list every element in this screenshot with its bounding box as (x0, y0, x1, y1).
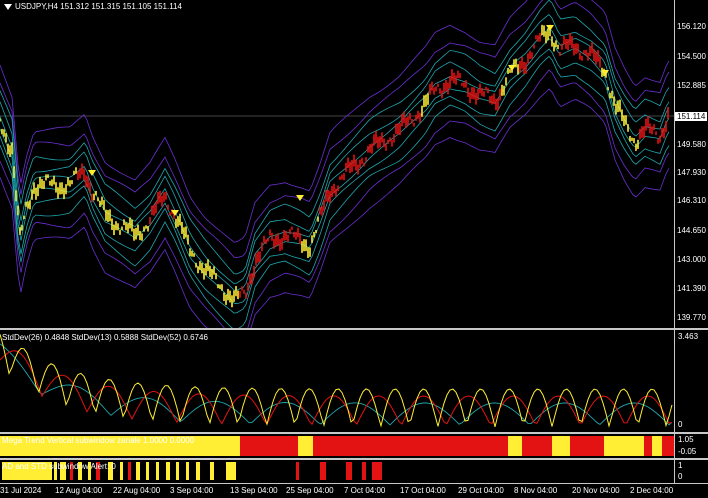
mega-trend-header: Mega Trend Vertical subwindow zanale 1.0… (2, 436, 195, 445)
envelope-band-line (0, 13, 670, 285)
trend-bar (552, 436, 570, 456)
trend-bar (652, 436, 662, 456)
trend-bar (522, 436, 552, 456)
ad-std-header: AD and STD subwindow Alert: 0 (2, 462, 116, 471)
signal-bar (362, 462, 366, 480)
stddev-scale-bottom: 0 (678, 420, 683, 429)
price-level-label: 147.930 (677, 168, 706, 177)
time-axis-label: 29 Oct 04:00 (458, 486, 504, 495)
time-axis-label: 8 Nov 04:00 (514, 486, 558, 495)
time-axis-label: 20 Nov 04:00 (572, 486, 620, 495)
signal-bar (146, 462, 149, 480)
signal-arrow-icon (296, 195, 304, 201)
stddev-pane[interactable]: StdDev(26) 0.4848 StdDev(13) 0.5888 StdD… (0, 330, 674, 432)
signal-bar (226, 462, 236, 480)
ad-std-pane[interactable]: AD and STD subwindow Alert: 0 (0, 460, 674, 482)
signal-bar (320, 462, 326, 480)
time-axis-label: 22 Aug 04:00 (113, 486, 161, 495)
price-level-label: 141.390 (677, 284, 706, 293)
signal-bar (346, 462, 352, 480)
signal-bar (166, 462, 170, 480)
price-level-label: 149.580 (677, 140, 706, 149)
time-axis-label: 3 Sep 04:00 (170, 486, 214, 495)
trend-bar (298, 436, 313, 456)
time-axis-label: 25 Sep 04:00 (286, 486, 334, 495)
trend-bar (662, 436, 674, 456)
signal-bar (156, 462, 159, 480)
time-axis-label: 17 Oct 04:00 (400, 486, 446, 495)
mega-trend-scale-bottom: -0.05 (678, 447, 697, 456)
stddev-52-line (0, 343, 673, 426)
current-price-tag: 151.114 (675, 112, 708, 121)
signal-bar (196, 462, 200, 480)
signal-bar (120, 462, 123, 480)
envelope-band-line (0, 27, 670, 291)
price-level-label: 156.120 (677, 22, 706, 31)
signal-bar (210, 462, 214, 480)
envelope-band-line (0, 48, 670, 314)
envelope-band-line (0, 88, 670, 352)
time-axis-label: 12 Aug 04:00 (55, 486, 103, 495)
trend-bar (644, 436, 652, 456)
trend-bar (508, 436, 522, 456)
price-level-label: 152.885 (677, 81, 706, 90)
stddev-13-line (0, 334, 673, 428)
signal-bar (128, 462, 131, 480)
mega-trend-pane[interactable]: Mega Trend Vertical subwindow zanale 1.0… (0, 434, 674, 458)
time-axis[interactable]: 31 Jul 2024 12 Aug 04:00 22 Aug 04:00 3 Sep… (0, 483, 708, 498)
time-axis-label: 2 Dec 04:00 (630, 486, 674, 495)
time-axis-label: 7 Oct 04:00 (344, 486, 386, 495)
signal-bar (372, 462, 382, 480)
price-level-label: 143.000 (677, 255, 706, 264)
time-axis-label: 31 Jul 2024 (0, 486, 42, 495)
mega-trend-scale[interactable]: 1.05 -0.05 (674, 434, 708, 458)
signal-bar (186, 462, 189, 480)
stddev-canvas (0, 334, 673, 428)
price-level-label: 146.310 (677, 196, 706, 205)
signal-bar (176, 462, 179, 480)
signal-arrow-icon (88, 170, 96, 176)
price-level-label: 154.500 (677, 52, 706, 61)
stddev-header: StdDev(26) 0.4848 StdDev(13) 0.5888 StdD… (2, 333, 208, 342)
ad-std-scale-top: 1 (678, 461, 683, 470)
trend-bar (604, 436, 644, 456)
price-chart-canvas (0, 0, 674, 352)
stddev-26-line (0, 350, 673, 426)
stddev-scale[interactable]: 3.463 0 (674, 330, 708, 432)
trend-bar (570, 436, 604, 456)
price-scale[interactable] (674, 0, 708, 328)
envelope-band-line (0, 0, 670, 259)
stddev-scale-top: 3.463 (678, 332, 699, 341)
price-chart-pane[interactable]: USDJPY,H4 151.312 151.315 151.105 151.11… (0, 0, 674, 352)
signal-bar (296, 462, 299, 480)
ad-std-scale-bottom: 0 (678, 472, 683, 481)
price-level-label: 144.650 (677, 226, 706, 235)
trend-bar (240, 436, 298, 456)
chart-header: USDJPY,H4 151.312 151.315 151.105 151.11… (4, 2, 182, 11)
trend-bar (313, 436, 508, 456)
ad-std-scale[interactable]: 1 0 (674, 460, 708, 483)
time-axis-label: 13 Sep 04:00 (230, 486, 278, 495)
mega-trend-scale-top: 1.05 (678, 435, 694, 444)
triangle-down-icon (4, 3, 12, 10)
price-level-label: 139.770 (677, 313, 706, 322)
signal-bar (136, 462, 140, 480)
